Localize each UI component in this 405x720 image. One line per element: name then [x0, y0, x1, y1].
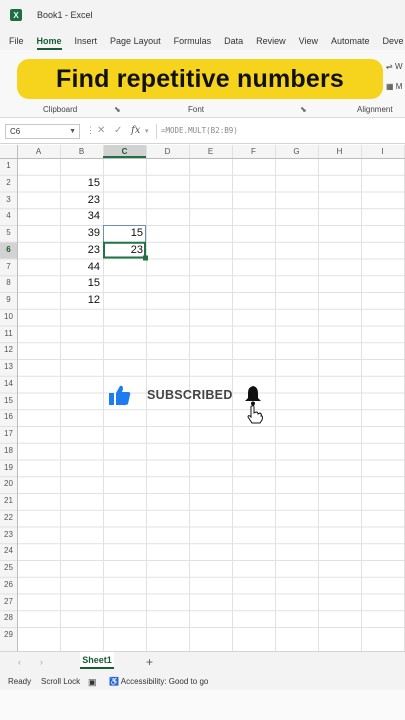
enter-icon[interactable]: ✓ — [114, 125, 122, 136]
status-bar: Ready Scroll Lock ▣ ♿ Accessibility: Goo… — [0, 673, 405, 690]
row-header-25[interactable]: 25 — [0, 560, 17, 577]
row-header-27[interactable]: 27 — [0, 594, 17, 611]
tab-data[interactable]: Data — [224, 36, 243, 50]
insert-function-icon[interactable]: fx — [131, 125, 140, 136]
subscribe-overlay: SUBSCRIBED — [104, 380, 284, 424]
merge-fragment[interactable]: ▦ M — [386, 82, 402, 91]
row-header-1[interactable]: 1 — [0, 158, 17, 175]
row-header-10[interactable]: 10 — [0, 309, 17, 326]
tab-page-layout[interactable]: Page Layout — [110, 36, 161, 50]
column-header-c[interactable]: C — [103, 145, 146, 158]
row-header-3[interactable]: 3 — [0, 192, 17, 209]
row-header-15[interactable]: 15 — [0, 393, 17, 410]
clipboard-launcher-icon[interactable]: ⬊ — [114, 105, 121, 114]
column-header-b[interactable]: B — [60, 145, 103, 158]
row-header-11[interactable]: 11 — [0, 326, 17, 343]
window-title: Book1 - Excel — [37, 10, 93, 20]
fx-chevron-icon[interactable]: ▾ — [145, 127, 149, 135]
tab-automate[interactable]: Automate — [331, 36, 370, 50]
hand-cursor-icon — [247, 405, 263, 424]
thumbs-up-icon — [109, 385, 131, 405]
name-box[interactable]: C6 ▼ — [5, 124, 80, 139]
tab-home[interactable]: Home — [36, 36, 62, 50]
row-header-16[interactable]: 16 — [0, 409, 17, 426]
group-label-font: Font — [188, 105, 205, 114]
row-header-4[interactable]: 4 — [0, 208, 17, 225]
font-launcher-icon[interactable]: ⬊ — [300, 105, 307, 114]
column-header-a[interactable]: A — [17, 145, 60, 158]
row-header-12[interactable]: 12 — [0, 342, 17, 359]
tab-formulas[interactable]: Formulas — [174, 36, 212, 50]
column-header-e[interactable]: E — [189, 145, 232, 158]
title-bar: X Book1 - Excel — [0, 0, 405, 30]
cell-b3[interactable]: 23 — [60, 192, 103, 209]
ribbon: P ⇌ W ▦ M Find repetitive numbers Clipbo… — [0, 50, 405, 118]
cell-c6[interactable]: 23 — [103, 242, 146, 259]
row-header-29[interactable]: 29 — [0, 627, 17, 644]
formula-bar: C6 ▼ ⋮ ✕ ✓ fx ▾ =MODE.MULT(B2:B9) — [0, 120, 405, 144]
row-header-7[interactable]: 7 — [0, 259, 17, 276]
prev-sheet-icon[interactable]: ‹ — [18, 657, 21, 667]
row-header-5[interactable]: 5 — [0, 225, 17, 242]
column-header-i[interactable]: I — [361, 145, 404, 158]
row-header-9[interactable]: 9 — [0, 292, 17, 309]
row-header-26[interactable]: 26 — [0, 577, 17, 594]
column-header-f[interactable]: F — [232, 145, 275, 158]
formula-input[interactable]: =MODE.MULT(B2:B9) — [156, 124, 405, 139]
bell-icon — [245, 386, 261, 406]
tab-deve[interactable]: Deve — [383, 36, 404, 50]
group-label-clipboard: Clipboard — [43, 105, 78, 114]
row-header-20[interactable]: 20 — [0, 476, 17, 493]
row-header-8[interactable]: 8 — [0, 275, 17, 292]
add-sheet-button[interactable]: + — [146, 655, 153, 669]
tab-view[interactable]: View — [299, 36, 318, 50]
tab-review[interactable]: Review — [256, 36, 286, 50]
cancel-icon[interactable]: ✕ — [97, 125, 105, 136]
row-header-2[interactable]: 2 — [0, 175, 17, 192]
row-header-24[interactable]: 24 — [0, 543, 17, 560]
banner-text: Find repetitive numbers — [56, 64, 344, 93]
status-scroll-lock: Scroll Lock — [41, 677, 81, 686]
cell-b4[interactable]: 34 — [60, 208, 103, 225]
cell-b8[interactable]: 15 — [60, 275, 103, 292]
excel-logo-icon: X — [10, 9, 22, 21]
sheet-tab-bar: ‹ › Sheet1 + — [0, 651, 405, 673]
group-label-alignment: Alignment — [357, 105, 393, 114]
column-header-h[interactable]: H — [318, 145, 361, 158]
tab-file[interactable]: File — [9, 36, 24, 50]
chevron-down-icon[interactable]: ▼ — [69, 125, 76, 138]
status-ready: Ready — [8, 677, 32, 686]
row-header-21[interactable]: 21 — [0, 493, 17, 510]
cell-b2[interactable]: 15 — [60, 175, 103, 192]
macro-record-icon[interactable]: ▣ — [88, 677, 97, 688]
next-sheet-icon[interactable]: › — [40, 657, 43, 667]
cell-b6[interactable]: 23 — [60, 242, 103, 259]
row-header-13[interactable]: 13 — [0, 359, 17, 376]
ribbon-tabs: File Home Insert Page Layout Formulas Data Rev… — [0, 30, 405, 50]
column-header-d[interactable]: D — [146, 145, 189, 158]
row-header-23[interactable]: 23 — [0, 527, 17, 544]
wrap-text-fragment[interactable]: ⇌ W — [386, 62, 403, 71]
cell-b9[interactable]: 12 — [60, 292, 103, 309]
cell-b7[interactable]: 44 — [60, 259, 103, 276]
row-header-6[interactable]: 6 — [0, 242, 17, 259]
row-header-14[interactable]: 14 — [0, 376, 17, 393]
bottom-area — [0, 690, 405, 720]
cell-c5[interactable]: 15 — [103, 225, 146, 242]
accessibility-icon: ♿ — [109, 677, 119, 686]
sheet-tab-sheet1[interactable]: Sheet1 — [80, 652, 114, 669]
subscribed-label: SUBSCRIBED — [147, 388, 233, 402]
title-banner: Find repetitive numbers — [17, 59, 383, 99]
row-header-28[interactable]: 28 — [0, 610, 17, 627]
row-header-18[interactable]: 18 — [0, 443, 17, 460]
accessibility-status[interactable]: ♿ Accessibility: Good to go — [109, 677, 208, 686]
column-header-g[interactable]: G — [275, 145, 318, 158]
row-header-17[interactable]: 17 — [0, 426, 17, 443]
row-header-22[interactable]: 22 — [0, 510, 17, 527]
row-header-19[interactable]: 19 — [0, 460, 17, 477]
cell-b5[interactable]: 39 — [60, 225, 103, 242]
more-icon[interactable]: ⋮ — [86, 125, 95, 136]
tab-insert[interactable]: Insert — [75, 36, 98, 50]
